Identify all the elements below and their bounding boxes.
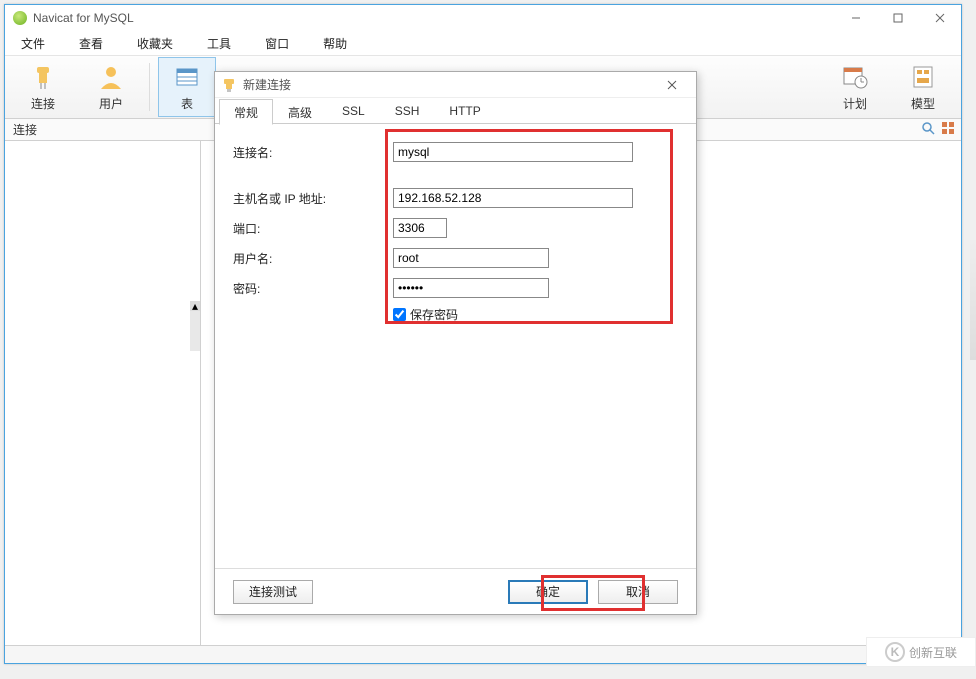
calendar-clock-icon (841, 63, 869, 91)
user-icon (97, 63, 125, 91)
tab-ssh[interactable]: SSH (380, 99, 435, 125)
plug-icon (29, 63, 57, 91)
watermark-logo-icon: K (885, 642, 905, 662)
menu-view[interactable]: 查看 (75, 33, 107, 54)
close-button[interactable] (919, 5, 961, 31)
menu-favorites[interactable]: 收藏夹 (133, 33, 177, 54)
maximize-button[interactable] (877, 5, 919, 31)
sidebar-scroll[interactable]: ▴ (190, 301, 200, 351)
scroll-up-icon[interactable]: ▴ (190, 301, 200, 311)
new-connection-dialog: 新建连接 常规 高级 SSL SSH HTTP 连接名: 主机名或 IP 地址:… (214, 71, 697, 615)
label-password: 密码: (233, 280, 393, 297)
watermark: K 创新互联 (866, 637, 976, 667)
dialog-tabs: 常规 高级 SSL SSH HTTP (215, 98, 696, 124)
cancel-button[interactable]: 取消 (598, 580, 678, 604)
minimize-button[interactable] (835, 5, 877, 31)
label-save-password: 保存密码 (410, 306, 458, 323)
menu-tools[interactable]: 工具 (203, 33, 235, 54)
main-menubar: 文件 查看 收藏夹 工具 窗口 帮助 (5, 31, 961, 55)
path-label: 连接 (13, 121, 37, 138)
input-user[interactable] (393, 248, 549, 268)
table-icon (173, 63, 201, 91)
toolbar-connect-label: 连接 (31, 95, 55, 112)
menu-help[interactable]: 帮助 (319, 33, 351, 54)
ok-button[interactable]: 确定 (508, 580, 588, 604)
label-conn-name: 连接名: (233, 144, 393, 161)
main-titlebar: Navicat for MySQL (5, 5, 961, 31)
status-bar (5, 645, 961, 663)
search-icon[interactable] (921, 121, 935, 138)
input-conn-name[interactable] (393, 142, 633, 162)
label-port: 端口: (233, 220, 393, 237)
toolbar-user-label: 用户 (99, 95, 123, 112)
toolbar-plan[interactable]: 计划 (825, 63, 885, 112)
toolbar-model[interactable]: 模型 (893, 63, 953, 112)
tab-advanced[interactable]: 高级 (273, 99, 327, 125)
label-user: 用户名: (233, 250, 393, 267)
tab-ssl[interactable]: SSL (327, 99, 380, 125)
menu-window[interactable]: 窗口 (261, 33, 293, 54)
test-connection-button[interactable]: 连接测试 (233, 580, 313, 604)
tab-http[interactable]: HTTP (434, 99, 495, 125)
input-port[interactable] (393, 218, 447, 238)
connection-icon (221, 77, 237, 93)
toolbar-connect[interactable]: 连接 (13, 63, 73, 112)
menu-file[interactable]: 文件 (17, 33, 49, 54)
window-title: Navicat for MySQL (33, 11, 835, 25)
toolbar-model-label: 模型 (911, 95, 935, 112)
toolbar-table-label: 表 (181, 95, 193, 112)
input-host[interactable] (393, 188, 633, 208)
label-host: 主机名或 IP 地址: (233, 190, 393, 207)
tab-general[interactable]: 常规 (219, 99, 273, 125)
app-logo-icon (13, 11, 27, 25)
checkbox-save-password[interactable] (393, 308, 406, 321)
toolbar-plan-label: 计划 (843, 95, 867, 112)
toolbar-user[interactable]: 用户 (81, 63, 141, 112)
dialog-close-button[interactable] (654, 74, 690, 96)
watermark-text: 创新互联 (909, 644, 957, 661)
dialog-title: 新建连接 (243, 76, 654, 93)
connections-sidebar: ▴ (5, 141, 201, 645)
input-password[interactable] (393, 278, 549, 298)
right-edge-decor (970, 240, 976, 360)
toolbar-table[interactable]: 表 (158, 57, 216, 117)
grid-icon[interactable] (941, 121, 955, 138)
model-icon (909, 63, 937, 91)
